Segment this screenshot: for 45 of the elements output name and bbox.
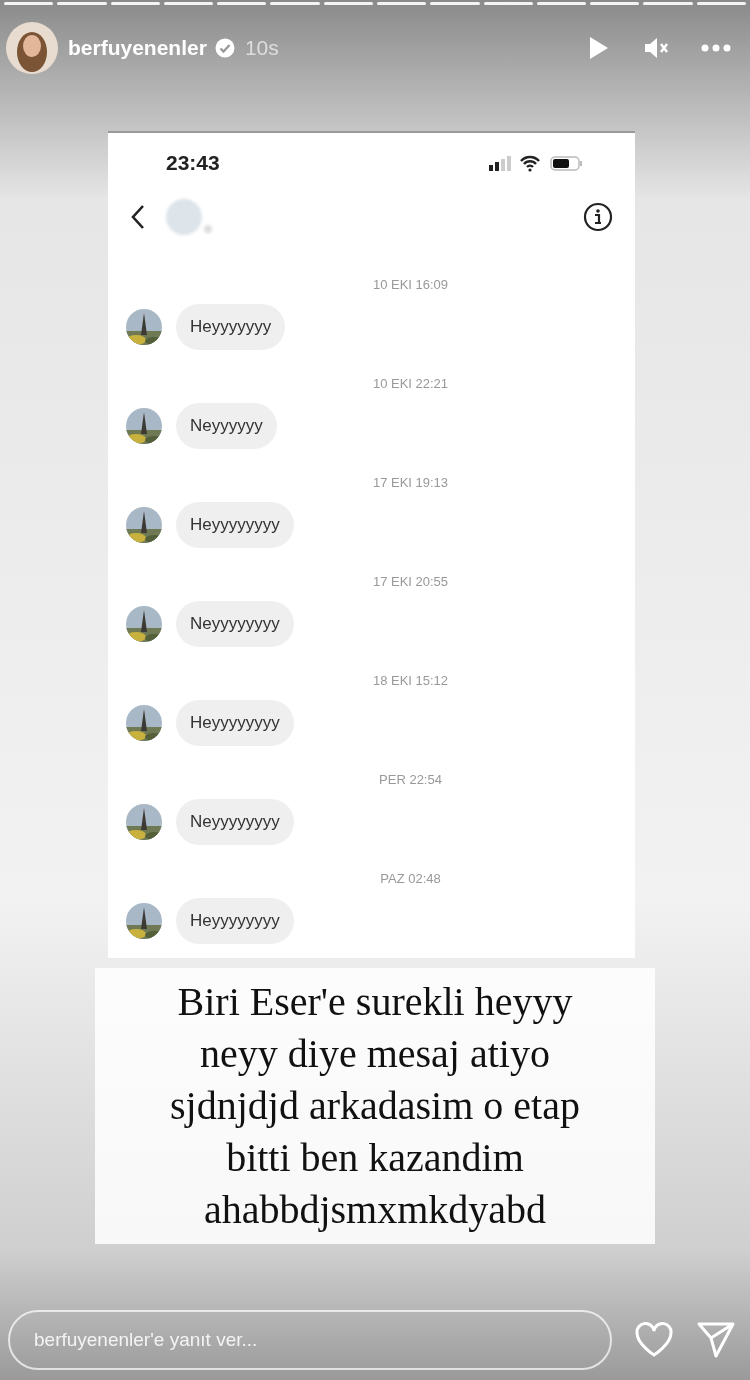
message-date: 10 EKI 16:09: [372, 277, 449, 292]
message-bubble: Neyyyyyy: [176, 403, 277, 449]
progress-segment: [590, 2, 640, 5]
message-date: PER 22:54: [379, 772, 442, 787]
progress-segment: [323, 2, 373, 5]
battery-icon: [550, 156, 582, 171]
caption-line: sjdnjdjd arkadasim o etap: [170, 1082, 580, 1130]
progress-segment: [376, 2, 427, 5]
progress-segment: [643, 2, 693, 5]
message-date: 17 EKI 20:55: [372, 574, 449, 589]
avatar[interactable]: [6, 22, 58, 74]
caption-line: Biri Eser'e surekli heyyy: [177, 978, 573, 1026]
progress-segment: [110, 2, 160, 5]
progress-segment: [4, 2, 54, 5]
caption-line: bitti ben kazandim: [226, 1134, 524, 1182]
message-bubble: Heyyyyyyy: [176, 304, 286, 350]
progress-segment: [430, 2, 480, 5]
heart-icon[interactable]: [634, 1322, 674, 1358]
caption-line: ahabbdjsmxmkdyabd: [203, 1186, 547, 1234]
info-icon[interactable]: [583, 202, 613, 232]
status-time: 23:43: [166, 151, 220, 175]
progress-segment: [57, 2, 107, 5]
message-bubble: Neyyyyyyyy: [176, 799, 294, 845]
caption-line: neyy diye mesaj atiyo: [200, 1030, 550, 1078]
back-icon[interactable]: [130, 203, 146, 231]
message-bubble: Heyyyyyyyy: [176, 898, 294, 944]
send-icon[interactable]: [696, 1321, 736, 1359]
wifi-icon: [519, 155, 541, 172]
message-date: PAZ 02:48: [380, 871, 441, 886]
signal-icon: [489, 156, 511, 171]
progress-segment: [270, 2, 320, 5]
progress-segment: [217, 2, 267, 5]
username[interactable]: berfuyenenler: [68, 36, 207, 60]
message-date: 18 EKI 15:12: [372, 673, 449, 688]
post-time: 10s: [244, 36, 279, 60]
progress-segment: [536, 2, 587, 5]
message-bubble: Heyyyyyyyy: [176, 502, 294, 548]
progress-segment: [696, 2, 746, 5]
message-bubble: Heyyyyyyyy: [176, 700, 294, 746]
message-date: 10 EKI 22:21: [372, 376, 449, 391]
progress-segment: [483, 2, 533, 5]
message-date: 17 EKI 19:13: [372, 475, 449, 490]
message-bubble: Neyyyyyyyy: [176, 601, 294, 647]
progress-segment: [163, 2, 214, 5]
reply-field[interactable]: berfuyenenler'e yanıt ver...: [8, 1310, 612, 1370]
